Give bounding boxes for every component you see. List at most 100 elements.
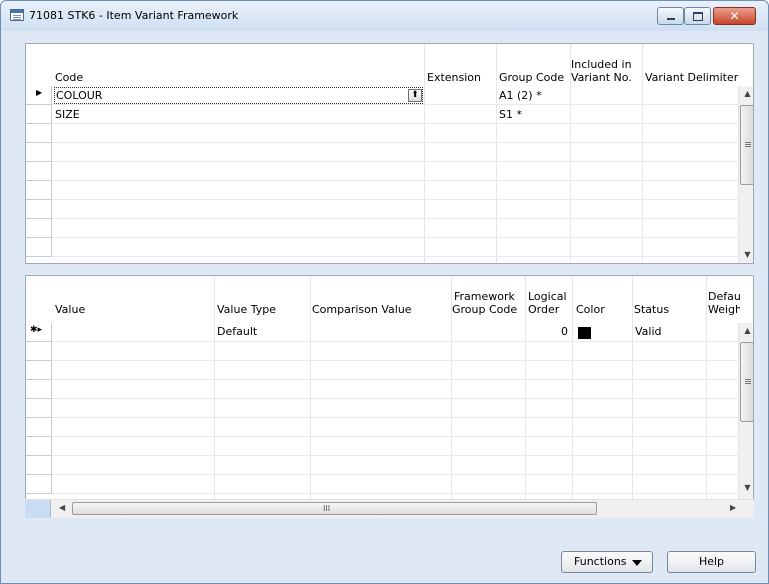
maximize-button[interactable] (684, 7, 711, 25)
group-code-value[interactable]: S1 * (499, 106, 522, 124)
value-type-cell[interactable]: Default (217, 323, 257, 341)
current-row-indicator-icon: ▶ (36, 88, 43, 97)
row-selector[interactable] (26, 475, 52, 494)
column-header-status[interactable]: Status (634, 276, 706, 318)
header-label-color: Color (576, 303, 605, 316)
row-divider (52, 436, 738, 437)
logical-order-cell[interactable]: 0 (526, 323, 568, 341)
help-button[interactable]: Help (667, 551, 756, 573)
help-button-label: Help (698, 555, 725, 568)
header-label-code: Code (55, 71, 84, 84)
column-header-color[interactable]: Color (574, 276, 630, 318)
lookup-button[interactable]: ⬆ (408, 89, 422, 102)
row-divider (52, 360, 738, 361)
row-divider (52, 237, 738, 238)
column-header-variant-delimiter[interactable]: Variant Delimiter (645, 44, 741, 86)
close-button[interactable]: ✕ (713, 7, 756, 25)
minimize-button[interactable] (657, 7, 684, 25)
scrollbar-corner (25, 500, 51, 518)
code-value[interactable]: SIZE (55, 106, 80, 124)
scrollbar-thumb[interactable] (740, 342, 753, 422)
scrollbar-grip: III (323, 504, 331, 513)
close-icon: ✕ (729, 9, 740, 23)
scrollbar-grip (745, 146, 751, 147)
row-selector[interactable] (26, 361, 52, 380)
column-header-group-code[interactable]: Group Code (497, 44, 571, 86)
scrollbar-grip (745, 381, 751, 382)
row-selector[interactable] (26, 380, 52, 399)
column-divider (424, 44, 425, 263)
code-cell-focused[interactable]: COLOUR ⬆ (54, 87, 423, 104)
scroll-up-arrow-icon[interactable]: ▲ (739, 87, 753, 101)
value-grid-vertical-scrollbar[interactable]: ▲ ▼ (738, 323, 753, 499)
row-divider (52, 199, 738, 200)
row-selector[interactable] (26, 437, 52, 456)
column-header-framework-group-code[interactable]: Framework Group Code (452, 276, 526, 318)
row-selector[interactable] (26, 143, 52, 162)
functions-menu-button[interactable]: Functions (561, 551, 653, 573)
scroll-up-arrow-icon[interactable]: ▲ (739, 324, 753, 338)
column-divider (496, 44, 497, 263)
value-grid-horizontal-scrollbar[interactable]: ◀ III ▶ (25, 499, 754, 518)
row-selector[interactable] (26, 342, 52, 361)
header-label-status: Status (634, 303, 670, 316)
row-selector[interactable] (26, 181, 52, 200)
row-divider (52, 142, 738, 143)
row-selector[interactable] (26, 456, 52, 475)
code-value: COLOUR (56, 89, 103, 102)
column-divider (570, 44, 571, 263)
title-bar[interactable]: 71081 STK6 - Item Variant Framework ✕ (1, 1, 768, 31)
row-selector[interactable] (26, 399, 52, 418)
row-selector[interactable] (26, 418, 52, 437)
row-selector[interactable] (26, 238, 52, 257)
row-divider (52, 493, 738, 494)
status-cell[interactable]: Valid (635, 323, 662, 341)
row-divider (52, 398, 738, 399)
column-header-value[interactable]: Value (55, 276, 215, 318)
scrollbar-grip (745, 379, 751, 380)
horizontal-scrollbar-thumb[interactable]: III (72, 502, 597, 515)
header-label-variant-delimiter: Variant Delimiter (645, 71, 739, 84)
row-selector[interactable] (26, 124, 52, 143)
scroll-down-arrow-icon[interactable]: ▼ (739, 481, 753, 495)
row-selector[interactable]: ▶ (26, 86, 52, 105)
column-divider (642, 44, 643, 263)
window-icon (10, 9, 24, 21)
column-divider (310, 276, 311, 500)
row-selector[interactable]: ✱▸ (26, 323, 52, 342)
color-swatch[interactable] (578, 327, 591, 339)
scrollbar-grip (745, 383, 751, 384)
column-header-extension[interactable]: Extension (425, 44, 497, 86)
framework-code-grid: Code Extension Group Code Included in Va… (25, 43, 754, 264)
row-selector[interactable] (26, 219, 52, 238)
scroll-left-arrow-icon[interactable]: ◀ (59, 503, 65, 512)
row-divider (52, 379, 738, 380)
column-header-comparison-value[interactable]: Comparison Value (312, 276, 450, 318)
scrollbar-thumb[interactable] (740, 105, 753, 185)
column-header-code[interactable]: Code (55, 44, 425, 86)
scroll-down-arrow-icon[interactable]: ▼ (739, 248, 753, 262)
header-label-extension: Extension (427, 71, 482, 84)
column-divider (706, 276, 707, 500)
column-divider (525, 276, 526, 500)
column-header-included-in-variant-no[interactable]: Included in Variant No. (571, 44, 643, 86)
row-divider (52, 455, 738, 456)
header-label-default-line2: Weigh (708, 303, 740, 316)
row-divider (52, 417, 738, 418)
framework-grid-vertical-scrollbar[interactable]: ▲ ▼ (738, 86, 753, 263)
scroll-right-arrow-icon[interactable]: ▶ (730, 503, 736, 512)
row-selector[interactable] (26, 162, 52, 181)
group-code-value[interactable]: A1 (2) * (499, 87, 542, 105)
row-selector[interactable] (26, 200, 52, 219)
row-divider (52, 123, 738, 124)
column-header-logical-order[interactable]: Logical Order (526, 276, 572, 318)
column-header-default-weight[interactable]: Defau Weigh (708, 276, 740, 318)
scrollbar-grip (745, 144, 751, 145)
functions-button-label: Functions (574, 555, 627, 568)
row-divider (52, 474, 738, 475)
row-divider (52, 341, 738, 342)
column-header-value-type[interactable]: Value Type (217, 276, 309, 318)
header-label-framework-line2: Group Code (452, 303, 518, 316)
column-divider (451, 276, 452, 500)
row-selector[interactable] (26, 105, 52, 124)
